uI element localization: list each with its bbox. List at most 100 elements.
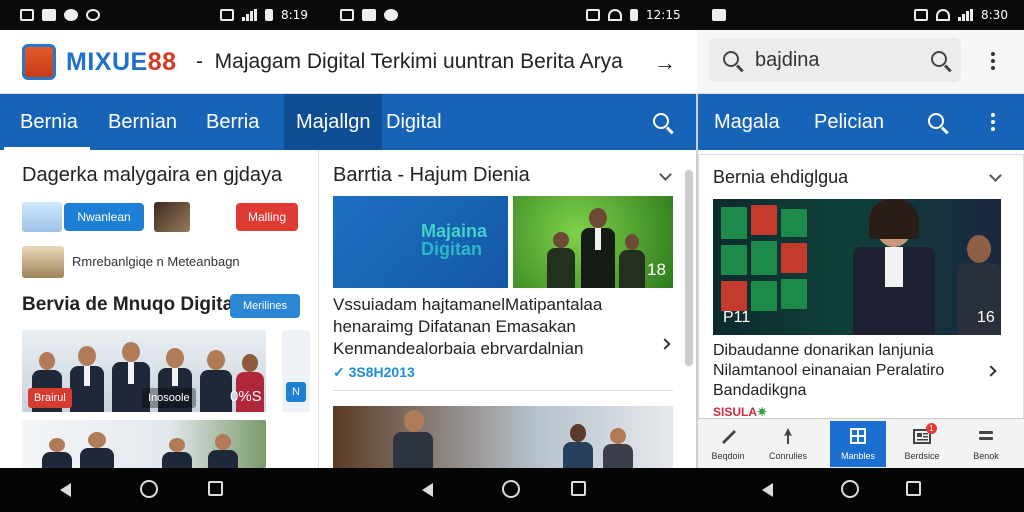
- status-right-icons: [712, 0, 726, 30]
- nav-item-manbles[interactable]: Manbles: [830, 421, 886, 467]
- recents-icon[interactable]: [906, 481, 921, 496]
- tab-more-icon[interactable]: [991, 113, 995, 131]
- person-figure: [393, 410, 433, 468]
- side-photo[interactable]: N: [282, 330, 310, 412]
- nav-label: Berdsice: [904, 451, 940, 461]
- battery-icon: [630, 9, 638, 21]
- menu-icon: [979, 431, 993, 440]
- sub-link-row[interactable]: Rmrebanlgiqe n Meteanbagn: [22, 246, 302, 278]
- photo-caption: Inosoole: [142, 388, 196, 408]
- column-left: Dagerka malygaira en gjdaya Nwanlean Mal…: [4, 150, 310, 468]
- tab-berria[interactable]: Berria: [206, 94, 259, 150]
- recents-icon[interactable]: [571, 481, 586, 496]
- app-logo-text[interactable]: MIXUE88: [66, 48, 177, 77]
- column-middle: Barrtia - Hajum Dienia Majaina Digitan 18…: [318, 150, 694, 468]
- status-mid-icons: [340, 0, 398, 30]
- back-icon[interactable]: [60, 483, 71, 497]
- tab-magala[interactable]: Magala: [714, 94, 780, 150]
- vibrate-icon: [220, 9, 234, 21]
- site-title: - Majagam Digital Terkimi uuntran Berita…: [196, 50, 623, 73]
- tab-bernian[interactable]: Bernian: [108, 94, 177, 150]
- news-anchor-photo[interactable]: P11 16: [713, 199, 1001, 335]
- recents-icon[interactable]: [208, 481, 223, 496]
- tab-search-icon-right[interactable]: [928, 113, 944, 129]
- feature-photo[interactable]: 18: [513, 196, 673, 288]
- app-logo-icon[interactable]: [22, 44, 56, 80]
- meeting-photo[interactable]: [22, 420, 266, 468]
- banner-text: Majaina Digitan: [421, 221, 488, 259]
- browser-icon: [86, 9, 100, 21]
- nav-item-benok[interactable]: Benok: [958, 421, 1014, 467]
- section-heading: Dagerka malygaira en gjdaya: [22, 164, 283, 186]
- article-photo[interactable]: [333, 406, 673, 468]
- nav-item-conrulies[interactable]: Conrulies: [760, 421, 816, 467]
- person-figure: [42, 438, 72, 468]
- vibrate-icon: [914, 9, 928, 21]
- person-figure: [603, 428, 633, 468]
- pin-icon: [784, 428, 792, 444]
- photo-number: 18: [647, 260, 666, 279]
- check-icon: ✓: [333, 364, 349, 380]
- app-header: MIXUE88 - Majagam Digital Terkimi uuntra…: [0, 30, 696, 94]
- person-figure: [70, 346, 104, 412]
- side-tag: N: [286, 382, 306, 402]
- home-icon[interactable]: [841, 480, 859, 498]
- home-icon[interactable]: [502, 480, 520, 498]
- tab-majallgn[interactable]: Majallgn: [284, 94, 383, 150]
- nav-label: Benok: [973, 451, 999, 461]
- search-input[interactable]: [755, 49, 925, 72]
- bottom-navigation: Beqdoin Conrulies Manbles 1 Berdsice Ben…: [698, 418, 1024, 468]
- nav-item-berdsice[interactable]: 1 Berdsice: [894, 421, 950, 467]
- search-box[interactable]: [709, 38, 961, 82]
- tab-digital[interactable]: Digital: [386, 94, 442, 150]
- article-headline[interactable]: Vssuiadam hajtamanelMatipantalaa henarai…: [333, 294, 663, 360]
- tab-search-icon[interactable]: [653, 113, 669, 129]
- gallery-icon: [340, 9, 354, 21]
- circle-icon: [384, 9, 398, 21]
- group-photo[interactable]: Brairul Inosoole 0%S: [22, 330, 266, 412]
- tab-bernia[interactable]: Bernia: [20, 94, 78, 150]
- tag-chip-red[interactable]: Malling: [236, 203, 298, 231]
- status-mid-system: 12:15: [586, 0, 681, 30]
- back-icon[interactable]: [762, 483, 773, 497]
- camera-thumbnail[interactable]: [154, 202, 190, 232]
- gallery-icon: [20, 9, 34, 21]
- image-icon: [42, 9, 56, 21]
- status-bar: 8:19 12:15 8:30: [0, 0, 1024, 30]
- star-icon: ✷: [757, 405, 768, 419]
- person-figure: [619, 234, 645, 288]
- tag-chip-blue[interactable]: Nwanlean: [64, 203, 144, 231]
- scrollbar[interactable]: [685, 170, 693, 366]
- person-figure: [80, 432, 114, 468]
- status-time: 12:15: [646, 8, 681, 22]
- pen-icon: [722, 430, 736, 444]
- photo-tag: Brairul: [28, 388, 72, 408]
- person-figure: [208, 434, 238, 468]
- signal-icon: [958, 9, 973, 21]
- nav-item-beqdoin[interactable]: Beqdoin: [700, 421, 756, 467]
- search-panel: [697, 30, 1024, 94]
- person-figure: [581, 208, 615, 288]
- back-icon[interactable]: [422, 483, 433, 497]
- article-thumbnail: [22, 246, 64, 278]
- section-heading: Bernia ehdiglgua: [713, 167, 849, 187]
- more-options-icon[interactable]: [991, 52, 995, 70]
- person-figure: [162, 438, 192, 468]
- notification-badge: 1: [926, 423, 937, 434]
- signal-icon: [242, 9, 257, 21]
- category-tabs: Bernia Bernian Berria Majallgn Digital M…: [0, 94, 1024, 150]
- section-badge[interactable]: Merilines: [230, 294, 300, 318]
- chevron-down-icon[interactable]: [989, 169, 1002, 182]
- tab-pelician[interactable]: Pelician: [814, 94, 884, 150]
- article-headline[interactable]: Dibaudanne donarikan lanjunia Nilamtanoo…: [713, 341, 993, 401]
- image-icon: [712, 9, 726, 21]
- feature-banner[interactable]: Majaina Digitan: [333, 196, 508, 288]
- chevron-down-icon[interactable]: [659, 168, 672, 181]
- wifi-icon: [608, 9, 622, 21]
- home-icon[interactable]: [140, 480, 158, 498]
- screenshot-root: 8:19 12:15 8:30 MIXUE88 - Majagam Digita…: [0, 0, 1024, 512]
- search-submit-icon[interactable]: [931, 51, 947, 67]
- arrow-right-icon[interactable]: →: [654, 50, 676, 76]
- wind-turbine-thumbnail[interactable]: [22, 202, 62, 232]
- wifi-icon: [936, 9, 950, 21]
